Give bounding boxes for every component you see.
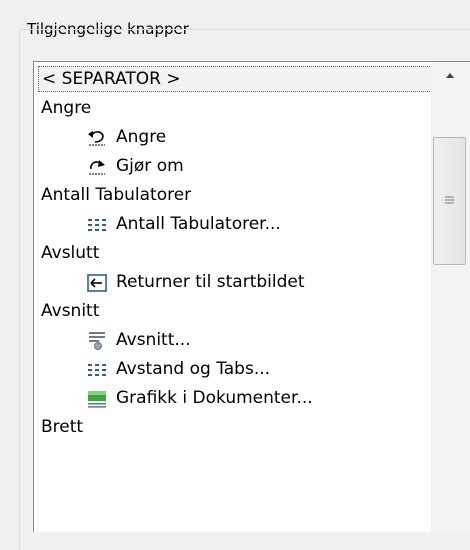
- list-category-avsnitt[interactable]: Avsnitt: [41, 297, 99, 326]
- list-category-antall-tabulatorer[interactable]: Antall Tabulatorer: [41, 181, 191, 210]
- list-item-label: Avsnitt: [41, 301, 100, 321]
- list-item-label: < SEPARATOR >: [42, 69, 181, 89]
- paragraph-icon: [86, 329, 108, 351]
- list-item-label: Brett: [41, 417, 84, 437]
- list-item-label: Grafikk i Dokumenter...: [116, 388, 313, 408]
- list-item-label: Avstand og Tabs...: [116, 359, 271, 379]
- list-item-avsnitt[interactable]: Avsnitt...: [86, 326, 191, 355]
- scroll-up-button[interactable]: [431, 62, 470, 89]
- list-item-label: Angre: [116, 127, 167, 147]
- return-icon: [86, 272, 108, 294]
- list-item-separator[interactable]: < SEPARATOR >: [37, 65, 432, 94]
- list-item-label: Returner til startbildet: [116, 272, 305, 292]
- chevron-up-icon: [446, 73, 454, 78]
- scroll-thumb[interactable]: [433, 137, 466, 265]
- tabs-grid-icon: [86, 359, 108, 381]
- list-category-avslutt[interactable]: Avslutt: [41, 239, 99, 268]
- list-category-brett[interactable]: Brett: [41, 413, 83, 442]
- redo-icon: [86, 155, 108, 177]
- list-item-gjor-om[interactable]: Gjør om: [86, 152, 184, 181]
- grip-icon: [445, 196, 454, 204]
- list-item-label: Avsnitt...: [116, 330, 191, 350]
- list-item-label: Gjør om: [116, 156, 184, 176]
- tabs-grid-icon: [86, 214, 108, 236]
- available-buttons-list[interactable]: < SEPARATOR > Angre Angre Gjør om Antall…: [33, 61, 470, 532]
- list-scrollbar[interactable]: [431, 62, 470, 532]
- list-item-label: Antall Tabulatorer...: [116, 214, 281, 234]
- list-item-returner-til-startbildet[interactable]: Returner til startbildet: [86, 268, 305, 297]
- list-item-label: Angre: [41, 98, 92, 118]
- list-item-antall-tabulatorer[interactable]: Antall Tabulatorer...: [86, 210, 281, 239]
- list-item-label: Antall Tabulatorer: [41, 185, 192, 205]
- graphics-icon: [86, 388, 108, 410]
- list-item-angre[interactable]: Angre: [86, 123, 166, 152]
- list-item-grafikk-i-dokumenter[interactable]: Grafikk i Dokumenter...: [86, 384, 313, 413]
- undo-icon: [86, 126, 108, 148]
- list-category-angre[interactable]: Angre: [41, 94, 91, 123]
- list-item-avstand-og-tabs[interactable]: Avstand og Tabs...: [86, 355, 270, 384]
- list-item-label: Avslutt: [41, 243, 100, 263]
